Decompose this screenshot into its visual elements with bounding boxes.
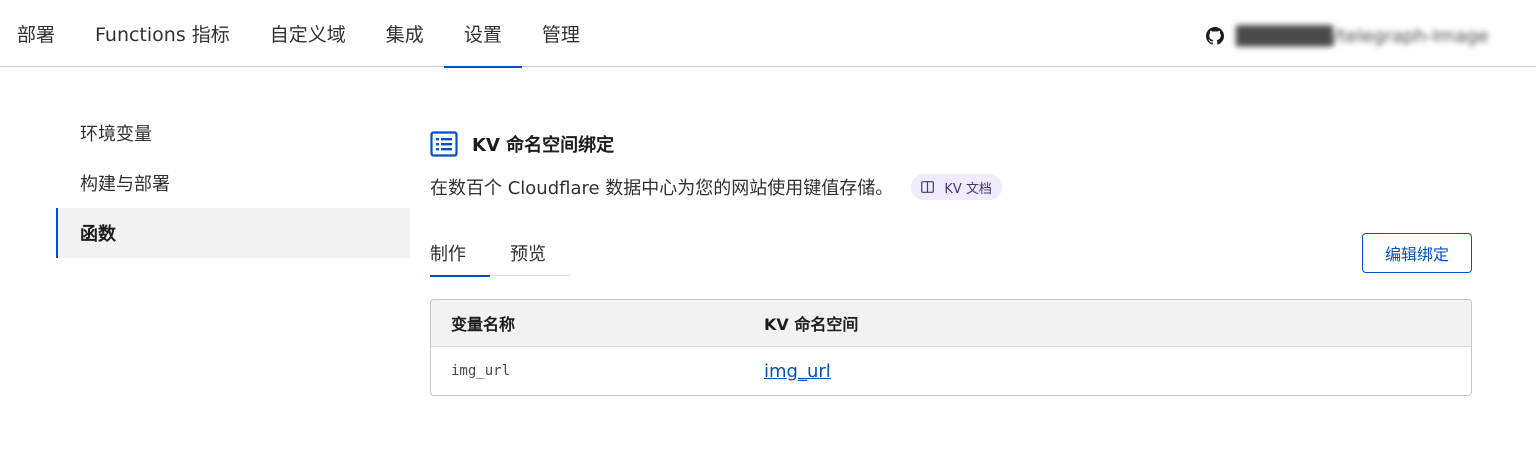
list-document-icon <box>430 131 458 157</box>
book-icon <box>921 181 935 193</box>
kv-docs-label: KV 文档 <box>944 181 992 197</box>
tab-integrations[interactable]: 集成 <box>366 0 444 67</box>
tab-manage[interactable]: 管理 <box>522 0 600 67</box>
kv-namespace-link[interactable]: img_url <box>764 361 831 382</box>
sidebar-item-build-deploy[interactable]: 构建与部署 <box>56 158 410 208</box>
column-header-kv-namespace: KV 命名空间 <box>764 315 859 334</box>
tab-functions-metrics[interactable]: Functions 指标 <box>75 0 250 67</box>
section-description: 在数百个 Cloudflare 数据中心为您的网站使用键值存储。 <box>430 178 894 199</box>
kv-namespace-cell: img_url <box>764 361 831 382</box>
repository-link[interactable]: ███████/telegraph-Image <box>1206 24 1489 48</box>
variable-name-cell: img_url <box>451 363 511 379</box>
section-title: KV 命名空间绑定 <box>472 135 615 156</box>
table-row: img_url img_url <box>431 347 1471 395</box>
kv-docs-link[interactable]: KV 文档 <box>911 174 1002 200</box>
repository-name: ███████/telegraph-Image <box>1236 25 1489 47</box>
settings-sidebar: 环境变量 构建与部署 函数 <box>56 108 410 258</box>
main-content: KV 命名空间绑定 在数百个 Cloudflare 数据中心为您的网站使用键值存… <box>430 128 1472 396</box>
github-icon <box>1206 27 1224 45</box>
top-tabs: 部署 Functions 指标 自定义域 集成 设置 管理 <box>0 0 600 68</box>
sidebar-item-functions[interactable]: 函数 <box>56 208 410 258</box>
tab-preview[interactable]: 预览 <box>510 229 546 276</box>
environment-tabs: 制作 预览 <box>430 229 570 277</box>
tab-settings[interactable]: 设置 <box>443 0 522 68</box>
table-header: 变量名称 KV 命名空间 <box>431 300 1471 347</box>
edit-bindings-button[interactable]: 编辑绑定 <box>1362 233 1472 273</box>
section-header: KV 命名空间绑定 <box>430 128 1472 160</box>
column-header-variable-name: 变量名称 <box>451 315 516 334</box>
tab-custom-domains[interactable]: 自定义域 <box>250 0 366 67</box>
tab-production[interactable]: 制作 <box>430 229 490 277</box>
top-navigation: 部署 Functions 指标 自定义域 集成 设置 管理 ███████/te… <box>0 0 1536 68</box>
sidebar-item-env-vars[interactable]: 环境变量 <box>56 108 410 158</box>
environment-tabs-row: 制作 预览 编辑绑定 <box>430 229 1472 279</box>
tab-deployments[interactable]: 部署 <box>0 0 75 67</box>
kv-bindings-table: 变量名称 KV 命名空间 img_url img_url <box>430 299 1472 396</box>
description-row: 在数百个 Cloudflare 数据中心为您的网站使用键值存储。 KV 文档 <box>430 172 1472 202</box>
